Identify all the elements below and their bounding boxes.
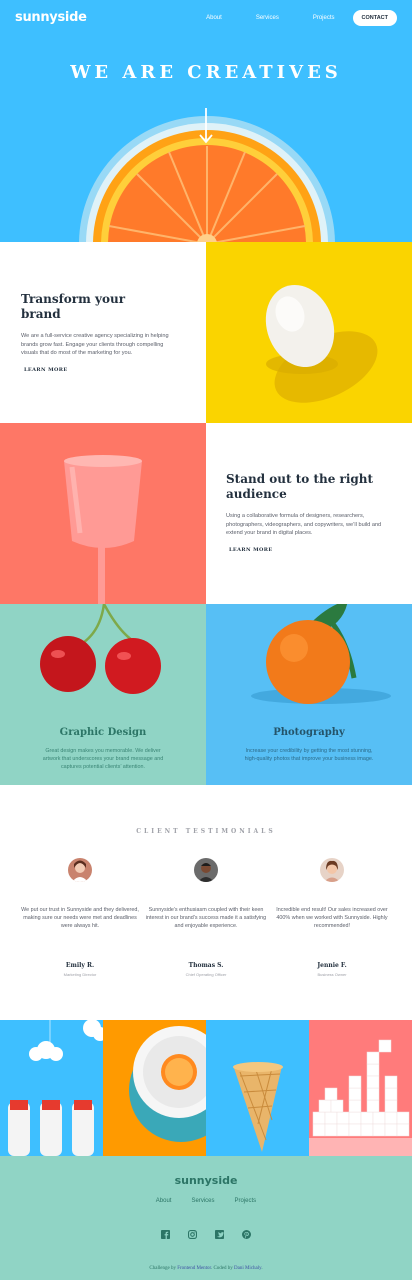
feature-body: Using a collaborative formula of designe… bbox=[226, 513, 382, 536]
testimonial-quote: Sunnyside’s enthusiasm coupled with thei… bbox=[145, 907, 267, 929]
testimonial-role: Business Owner bbox=[317, 972, 347, 977]
twitter-icon[interactable] bbox=[215, 1230, 224, 1239]
service-title: Photography bbox=[273, 727, 345, 738]
testimonial-quote: Incredible end result! Our sales increas… bbox=[276, 907, 388, 929]
service-graphic-design: Graphic Design Great design makes you me… bbox=[0, 604, 206, 785]
arrow-down-icon[interactable] bbox=[199, 108, 213, 144]
attribution: Challenge by Frontend Mentor. Coded by D… bbox=[0, 1266, 412, 1271]
learn-more-link[interactable]: LEARN MORE bbox=[227, 547, 275, 554]
avatar bbox=[194, 858, 218, 882]
testimonial-name: Emily R. bbox=[65, 962, 95, 969]
feature-title: Transform your brand bbox=[21, 292, 126, 321]
glass-illustration bbox=[64, 455, 142, 604]
pinterest-icon[interactable] bbox=[242, 1230, 251, 1239]
testimonial-quote: We put our trust in Sunnyside and they d… bbox=[21, 907, 139, 929]
gallery-cone bbox=[206, 1020, 309, 1156]
nav-services[interactable]: Services bbox=[256, 15, 279, 21]
feature-body: We are a full-service creative agency sp… bbox=[21, 333, 169, 356]
cherries-illustration bbox=[40, 604, 161, 694]
feature-transform: Transform your brand We are a full-servi… bbox=[0, 242, 206, 423]
service-title: Graphic Design bbox=[59, 727, 147, 738]
testimonials-heading: CLIENT TESTIMONIALS bbox=[136, 828, 276, 835]
feature-title: Stand out to the right audience bbox=[226, 472, 374, 501]
footer: sunnyside About Services Projects Challe… bbox=[0, 1156, 412, 1280]
avatar bbox=[320, 858, 344, 882]
hero-title: WE ARE CREATIVES bbox=[70, 62, 342, 83]
testimonial-name: Thomas S. bbox=[188, 962, 224, 969]
nav-about[interactable]: About bbox=[206, 15, 222, 21]
gallery-milk-bottles bbox=[0, 1020, 103, 1156]
egg-image bbox=[206, 242, 412, 423]
attribution-suffix: . bbox=[261, 1266, 263, 1271]
testimonial-card: Incredible end result! Our sales increas… bbox=[270, 858, 394, 977]
social-links bbox=[0, 1230, 412, 1239]
attribution-prefix: Challenge by bbox=[149, 1266, 176, 1271]
site-logo[interactable]: sunnyside bbox=[15, 10, 87, 25]
footer-nav-projects[interactable]: Projects bbox=[235, 1198, 257, 1204]
facebook-icon[interactable] bbox=[161, 1230, 170, 1239]
testimonial-card: We put our trust in Sunnyside and they d… bbox=[18, 858, 142, 977]
testimonial-role: Chief Operating Officer bbox=[185, 972, 227, 977]
main-nav: About Services Projects CONTACT bbox=[206, 10, 397, 26]
frontend-mentor-link[interactable]: Frontend Mentor bbox=[177, 1266, 211, 1271]
testimonials-section: CLIENT TESTIMONIALS We put our trust in … bbox=[0, 786, 412, 1020]
testimonial-card: Sunnyside’s enthusiasm coupled with thei… bbox=[144, 858, 268, 977]
testimonial-role: Marketing Director bbox=[63, 972, 97, 977]
egg-illustration bbox=[265, 284, 378, 403]
footer-nav-about[interactable]: About bbox=[156, 1198, 172, 1204]
service-body: Increase your credibility by getting the… bbox=[244, 748, 374, 762]
feature-standout: Stand out to the right audience Using a … bbox=[206, 423, 412, 604]
gallery-sugar-cubes bbox=[309, 1020, 412, 1156]
footer-nav-services[interactable]: Services bbox=[191, 1198, 214, 1204]
service-body: Great design makes you memorable. We del… bbox=[42, 748, 164, 770]
nav-projects[interactable]: Projects bbox=[313, 15, 335, 21]
author-link[interactable]: Dani Michaly bbox=[234, 1266, 261, 1271]
instagram-icon[interactable] bbox=[188, 1230, 197, 1239]
service-photography: Photography Increase your credibility by… bbox=[206, 604, 412, 785]
attribution-middle: . Coded by bbox=[210, 1266, 233, 1271]
gallery-orange-plate bbox=[103, 1020, 206, 1156]
footer-nav: About Services Projects bbox=[0, 1198, 412, 1204]
avatar bbox=[68, 858, 92, 882]
learn-more-link[interactable]: LEARN MORE bbox=[22, 367, 70, 374]
footer-logo[interactable]: sunnyside bbox=[0, 1174, 412, 1187]
contact-button[interactable]: CONTACT bbox=[352, 10, 397, 26]
testimonial-name: Jennie F. bbox=[317, 962, 347, 969]
orange-illustration bbox=[251, 604, 391, 704]
hero-section: sunnyside About Services Projects CONTAC… bbox=[0, 0, 412, 242]
glass-image bbox=[0, 423, 206, 604]
